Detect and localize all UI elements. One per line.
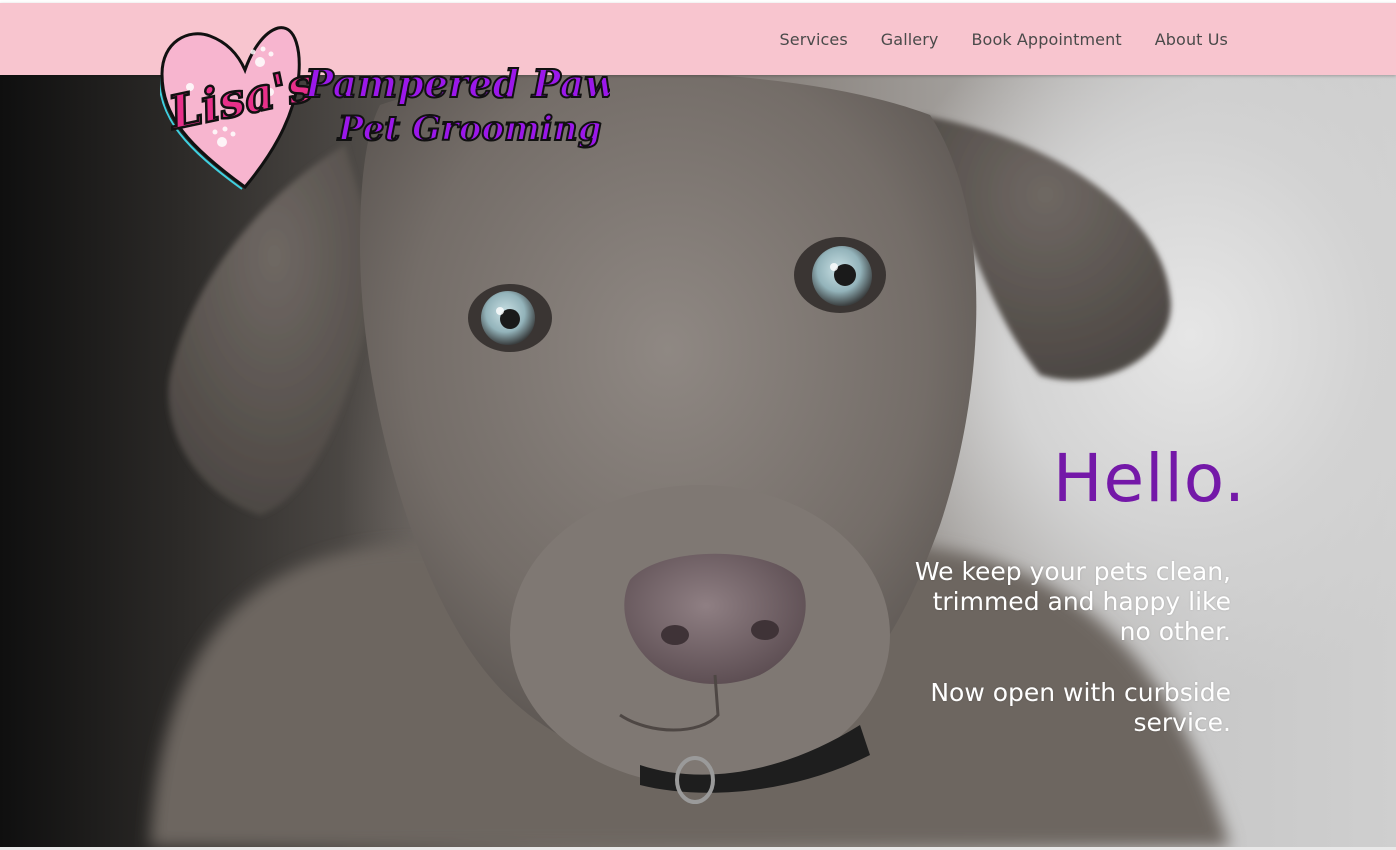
nav-book-appointment[interactable]: Book Appointment xyxy=(971,30,1121,49)
hero-curbside-notice: Now open with curbside service. xyxy=(930,678,1231,737)
nav-about-us[interactable]: About Us xyxy=(1155,30,1228,49)
main-nav: Services Gallery Book Appointment About … xyxy=(780,3,1228,75)
logo-image: Lisa's Pampered Paws Pet Grooming xyxy=(158,26,639,190)
site-logo[interactable]: Lisa's Pampered Paws Pet Grooming xyxy=(158,22,639,196)
hero-tagline: We keep your pets clean, trimmed and hap… xyxy=(914,557,1231,646)
logo-text-pampered-paws: Pampered Paws xyxy=(304,61,610,106)
hero-heading: Hello. xyxy=(1052,440,1246,517)
nav-services[interactable]: Services xyxy=(780,30,848,49)
logo-text-pet-grooming: Pet Grooming xyxy=(337,109,602,149)
nav-gallery[interactable]: Gallery xyxy=(881,30,939,49)
